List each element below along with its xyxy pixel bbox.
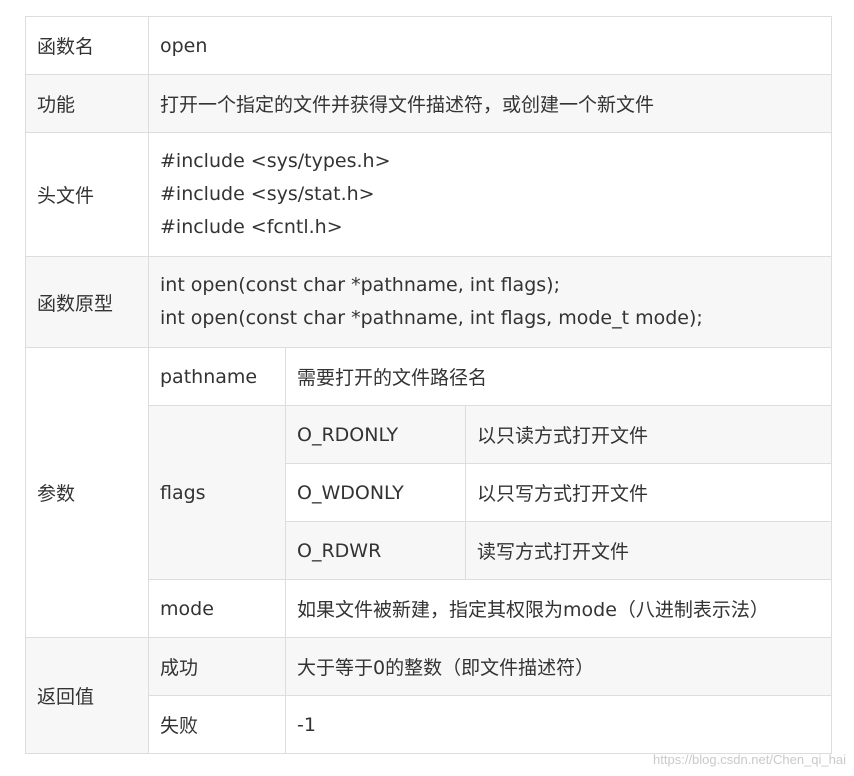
- header-line-types: #include <sys/types.h>: [160, 150, 391, 172]
- return-success-desc: 大于等于0的整数（即文件描述符）: [284, 637, 833, 696]
- param-pathname-name: pathname: [148, 347, 286, 406]
- header-line-stat: #include <sys/stat.h>: [160, 183, 375, 205]
- value-function-name: open: [147, 16, 833, 75]
- label-header-files: 头文件: [25, 132, 149, 257]
- value-prototype: int open(const char *pathname, int flags…: [147, 256, 833, 348]
- label-return-value: 返回值: [25, 637, 149, 754]
- flag-rdwr: O_RDWR: [285, 521, 466, 580]
- value-function-purpose: 打开一个指定的文件并获得文件描述符，或创建一个新文件: [147, 74, 833, 133]
- return-failure-desc: -1: [284, 695, 833, 754]
- return-success-name: 成功: [148, 637, 286, 696]
- flag-rdonly-desc: 以只读方式打开文件: [464, 405, 833, 464]
- value-header-files: #include <sys/types.h> #include <sys/sta…: [147, 132, 833, 257]
- watermark: https://blog.csdn.net/Chen_qi_hai: [653, 752, 846, 767]
- row-return-success: 返回值 成功 大于等于0的整数（即文件描述符）: [25, 637, 833, 754]
- label-function-name: 函数名: [25, 16, 149, 75]
- flag-rdwr-desc: 读写方式打开文件: [464, 521, 833, 580]
- prototype-line-1: int open(const char *pathname, int flags…: [160, 274, 560, 296]
- header-line-fcntl: #include <fcntl.h>: [160, 216, 343, 238]
- flag-rdonly: O_RDONLY: [285, 405, 466, 464]
- param-mode-name: mode: [148, 579, 286, 638]
- param-pathname-desc: 需要打开的文件路径名: [284, 347, 833, 406]
- open-function-table: 函数名 open 功能 打开一个指定的文件并获得文件描述符，或创建一个新文件 头…: [25, 16, 833, 754]
- param-mode-desc: 如果文件被新建，指定其权限为mode（八进制表示法）: [284, 579, 833, 638]
- label-prototype: 函数原型: [25, 256, 149, 348]
- param-flags-name: flags: [148, 405, 286, 580]
- row-prototype: 函数原型 int open(const char *pathname, int …: [25, 256, 833, 348]
- row-function-name: 函数名 open: [25, 16, 833, 75]
- flag-wdonly-desc: 以只写方式打开文件: [464, 463, 833, 522]
- label-params: 参数: [25, 347, 149, 638]
- prototype-line-2: int open(const char *pathname, int flags…: [160, 307, 703, 329]
- row-function-purpose: 功能 打开一个指定的文件并获得文件描述符，或创建一个新文件: [25, 74, 833, 133]
- row-param-pathname: 参数 pathname 需要打开的文件路径名: [25, 347, 833, 638]
- return-failure-name: 失败: [148, 695, 286, 754]
- flag-wdonly: O_WDONLY: [285, 463, 466, 522]
- label-function-purpose: 功能: [25, 74, 149, 133]
- row-header-files: 头文件 #include <sys/types.h> #include <sys…: [25, 132, 833, 257]
